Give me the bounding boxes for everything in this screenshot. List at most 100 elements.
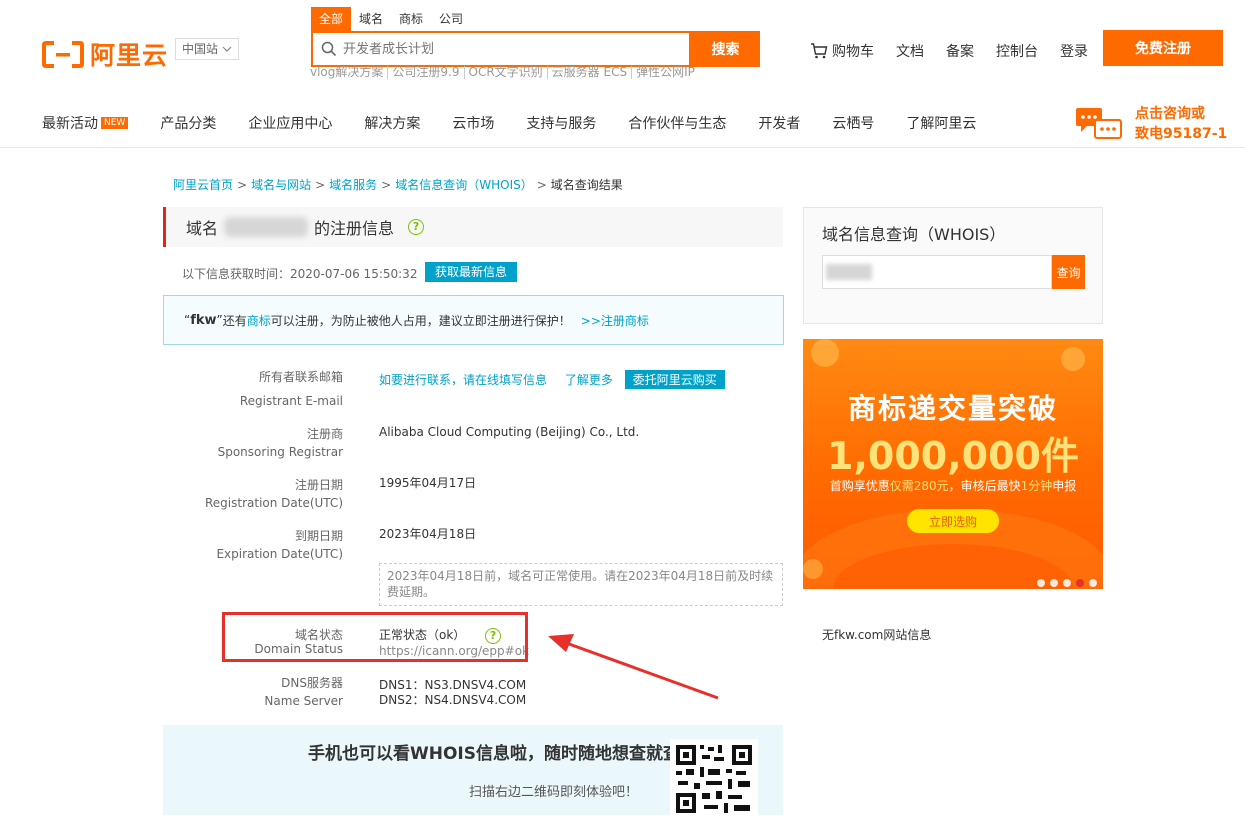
banner-title: 商标递交量突破	[847, 392, 1058, 425]
label-cn: 注册日期	[294, 478, 343, 492]
hotword-link[interactable]: OCR文字识别	[465, 66, 548, 79]
promo-subtitle: 扫描右边二维码即刻体验吧！	[469, 785, 639, 800]
trademark-promo-banner[interactable]: 商标递交量突破 1,000,000件 首购享优惠仅需280元，审核后最快1分钟申…	[803, 339, 1103, 589]
label-cn: 所有者联系邮箱	[258, 370, 343, 384]
chevron-down-icon	[222, 46, 232, 52]
search-tab-company[interactable]: 公司	[431, 7, 471, 31]
nav-item-latest-events[interactable]: 最新活动 NEW	[42, 113, 129, 133]
hotword-link[interactable]: vlog解决方案	[310, 66, 389, 79]
carousel-dot[interactable]	[1037, 579, 1045, 587]
hotword-link[interactable]: 弹性公网IP	[632, 66, 699, 79]
hotword-link[interactable]: 云服务器 ECS	[548, 66, 633, 79]
whois-query-button[interactable]: 查询	[1052, 255, 1085, 289]
console-link[interactable]: 控制台	[996, 41, 1038, 61]
hotword-link[interactable]: 公司注册9.9	[388, 66, 465, 79]
buy-now-button[interactable]: 立即选购	[907, 509, 999, 533]
trademark-link[interactable]: 商标	[247, 312, 271, 329]
trademark-notice: “fkw” 还有 商标 可以注册，为防止被他人占用，建议立即注册进行保护！ >>注册商标	[163, 295, 784, 345]
label-en: Name Server	[264, 694, 343, 708]
login-link[interactable]: 登录	[1060, 41, 1088, 61]
blurred-query	[826, 264, 872, 280]
nav-item-yunqi[interactable]: 云栖号	[832, 113, 874, 133]
registrar-value: Alibaba Cloud Computing (Beijing) Co., L…	[379, 425, 640, 439]
contact-form-link[interactable]: 如要进行联系，请在线填写信息	[379, 373, 547, 387]
breadcrumb-whois[interactable]: 域名信息查询（WHOIS）	[395, 178, 533, 192]
highlight-annotation-box	[222, 612, 528, 662]
nav-item-label: 最新活动	[42, 116, 98, 132]
search-tabs: 全部 域名 商标 公司	[311, 7, 471, 31]
label-en: Sponsoring Registrar	[217, 445, 343, 459]
label-en: Expiration Date(UTC)	[216, 547, 343, 561]
top-header: 阿里云 中国站 全部 域名 商标 公司 搜索 vlog解决方案 公司注册9.9 …	[0, 0, 1245, 96]
chat-bubbles-icon	[1076, 108, 1122, 139]
nav-item-support[interactable]: 支持与服务	[526, 113, 596, 133]
entrust-purchase-button[interactable]: 委托阿里云购买	[624, 370, 725, 389]
whois-domain-input[interactable]	[822, 255, 1052, 289]
aliyun-logo[interactable]: 阿里云	[42, 36, 168, 72]
search-tab-trademark[interactable]: 商标	[391, 7, 431, 31]
search-input[interactable]	[341, 33, 689, 65]
registration-date-value: 1995年04月17日	[379, 476, 477, 490]
carousel-dots	[1037, 579, 1097, 587]
search-tab-all[interactable]: 全部	[311, 7, 352, 31]
whois-query-box: 域名信息查询（WHOIS） 查询	[803, 207, 1103, 324]
label-en: Registrant E-mail	[239, 394, 343, 408]
breadcrumb-domain-site[interactable]: 域名与网站	[251, 178, 311, 192]
annotation-arrow-icon	[548, 634, 719, 700]
help-icon[interactable]: ?	[408, 219, 425, 235]
dns2-value: DNS2：NS4.DNSV4.COM	[379, 693, 527, 707]
label-cn: 到期日期	[294, 529, 343, 543]
region-selector[interactable]: 中国站	[175, 38, 240, 60]
nav-item-about[interactable]: 了解阿里云	[906, 113, 976, 133]
carousel-dot[interactable]	[1050, 579, 1058, 587]
top-links: 购物车 文档 备案 控制台 登录	[810, 41, 1110, 61]
cart-link[interactable]: 购物车	[810, 41, 874, 61]
label-cn: 注册商	[306, 427, 343, 441]
page-title: 域名 的注册信息 ?	[163, 207, 783, 247]
carousel-dot[interactable]	[1089, 579, 1097, 587]
nav-item-marketplace[interactable]: 云市场	[452, 113, 494, 133]
nav-item-partners[interactable]: 合作伙伴与生态	[628, 113, 726, 133]
nav-item-solutions[interactable]: 解决方案	[364, 113, 420, 133]
carousel-dot[interactable]	[1076, 579, 1084, 587]
docs-link[interactable]: 文档	[896, 41, 924, 61]
logo-text: 阿里云	[90, 41, 169, 70]
title-suffix: 的注册信息	[314, 219, 395, 238]
breadcrumb: 阿里云首页 > 域名与网站 > 域名服务 > 域名信息查询（WHOIS） > 域名查询结果	[173, 178, 623, 192]
notice-name: fkw	[190, 312, 217, 328]
nav-item-enterprise-apps[interactable]: 企业应用中心	[248, 113, 332, 133]
nav-item-developers[interactable]: 开发者	[758, 113, 800, 133]
search-box	[311, 31, 691, 67]
expiration-date-value: 2023年04月18日	[379, 527, 477, 541]
search-button[interactable]: 搜索	[691, 31, 760, 67]
breadcrumb-current: 域名查询结果	[550, 178, 623, 192]
banner-number: 1,000,000件	[827, 434, 1079, 478]
cart-icon	[811, 43, 828, 59]
search-icon	[321, 41, 337, 57]
learn-more-link[interactable]: 了解更多	[565, 373, 613, 387]
consult-line1: 点击咨询或	[1135, 106, 1205, 122]
title-prefix: 域名	[186, 219, 219, 238]
aliyun-logo-icon	[42, 40, 84, 68]
site-info: 无fkw.com网站信息	[822, 628, 932, 642]
beian-link[interactable]: 备案	[946, 41, 974, 61]
nav-item-products[interactable]: 产品分类	[160, 113, 216, 133]
register-trademark-link[interactable]: >>注册商标	[581, 312, 649, 329]
consult-widget[interactable]: 点击咨询或 致电95187-1	[1075, 104, 1227, 144]
carousel-dot[interactable]	[1063, 579, 1071, 587]
breadcrumb-home[interactable]: 阿里云首页	[173, 178, 233, 192]
region-label: 中国站	[182, 42, 219, 56]
main-nav: 最新活动 NEW 产品分类 企业应用中心 解决方案 云市场 支持与服务 合作伙伴…	[0, 96, 1245, 148]
refresh-button[interactable]: 获取最新信息	[425, 262, 518, 282]
expiration-note: 2023年04月18日前，域名可正常使用。请在2023年04月18日前及时续费延…	[379, 563, 783, 606]
new-badge: NEW	[101, 117, 129, 129]
label-en: Registration Date(UTC)	[204, 496, 343, 510]
mobile-whois-promo: 手机也可以看WHOIS信息啦，随时随地想查就查 扫描右边二维码即刻体验吧！	[163, 725, 783, 819]
cart-label: 购物车	[832, 44, 874, 60]
consult-line2: 致电95187-1	[1135, 126, 1228, 142]
register-button[interactable]: 免费注册	[1103, 30, 1223, 66]
breadcrumb-domain-service[interactable]: 域名服务	[329, 178, 377, 192]
fetch-time: 以下信息获取时间：2020-07-06 15:50:32	[182, 267, 418, 281]
hot-search-words: vlog解决方案 公司注册9.9 OCR文字识别 云服务器 ECS 弹性公网IP	[310, 66, 699, 79]
search-tab-domain[interactable]: 域名	[351, 7, 391, 31]
